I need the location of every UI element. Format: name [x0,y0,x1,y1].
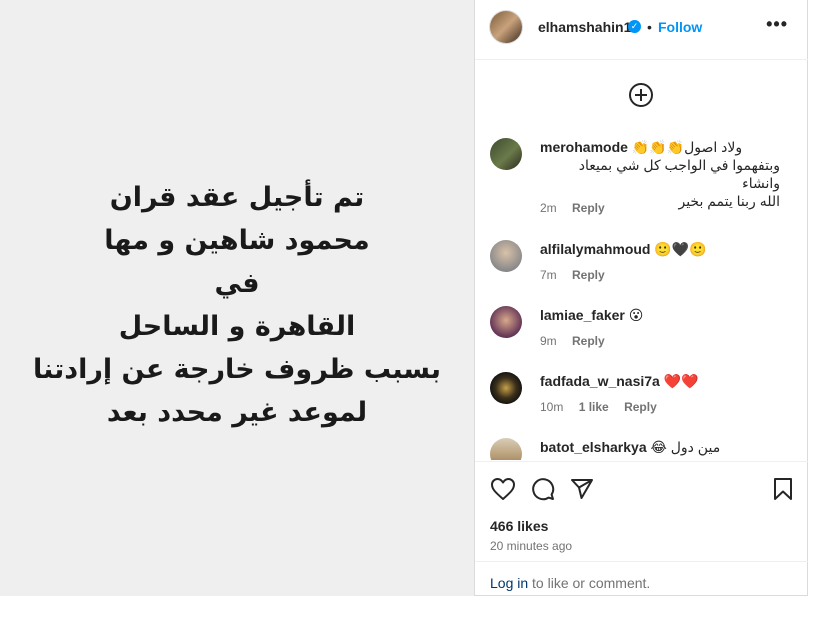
comment-username[interactable]: alfilalymahmoud [540,241,650,257]
commenter-avatar[interactable] [490,372,522,404]
comment-likes[interactable]: 1 like [579,400,609,414]
comment-text: 👏👏👏ولاد اصول [631,139,743,155]
comment-time[interactable]: 9m [540,334,557,348]
comment-text: 😮 [628,307,644,323]
comment-time[interactable]: 7m [540,268,557,282]
heart-icon[interactable] [490,477,516,506]
separator-dot: • [647,19,652,35]
more-options-icon[interactable]: ••• [766,14,788,35]
post-header: elhamshahin1 ✓ • Follow ••• [475,0,808,60]
verified-badge-icon: ✓ [628,20,641,33]
reply-button[interactable]: Reply [572,268,605,282]
post-side-panel: elhamshahin1 ✓ • Follow ••• merohamode 👏… [474,0,808,596]
instagram-post: تم تأجيل عقد قران محمود شاهين و مها في ا… [0,0,808,596]
comment-username[interactable]: lamiae_faker [540,307,625,323]
login-prompt-text: to like or comment. [528,575,651,591]
follow-button[interactable]: Follow [658,19,702,35]
comment-text: 🙂🖤🙂 [654,241,707,257]
comments-list[interactable]: merohamode 👏👏👏ولاد اصول وبتفهموا في الوا… [475,60,808,460]
comment-text: ❤️❤️ [663,373,699,389]
comment-icon[interactable] [531,477,555,506]
load-more-comments-icon[interactable] [629,83,653,107]
commenter-avatar[interactable] [490,138,522,170]
comment-meta: 2m Reply [540,201,617,215]
comment-username[interactable]: batot_elsharkya [540,439,647,455]
comment-username[interactable]: fadfada_w_nasi7a [540,373,660,389]
author-username[interactable]: elhamshahin1 [538,19,631,35]
likes-count[interactable]: 466 likes [490,518,548,534]
login-link[interactable]: Log in [490,575,528,591]
comment-text: 😂 مين دول [650,439,721,455]
login-prompt: Log in to like or comment. [475,561,808,598]
comment-username[interactable]: merohamode [540,139,628,155]
author-avatar[interactable] [490,11,522,43]
comment-time[interactable]: 2m [540,201,557,215]
post-timestamp[interactable]: 20 minutes ago [490,539,572,553]
post-image[interactable]: تم تأجيل عقد قران محمود شاهين و مها في ا… [0,0,474,596]
reply-button[interactable]: Reply [572,201,605,215]
comment-meta: 10m 1 like Reply [540,400,669,414]
post-actions: 466 likes 20 minutes ago Log in to like … [475,461,808,597]
comment-meta: 9m Reply [540,334,617,348]
share-icon[interactable] [570,477,594,506]
reply-button[interactable]: Reply [572,334,605,348]
reply-button[interactable]: Reply [624,400,657,414]
comment-meta: 7m Reply [540,268,617,282]
commenter-avatar[interactable] [490,240,522,272]
commenter-avatar[interactable] [490,306,522,338]
comment-time[interactable]: 10m [540,400,563,414]
bookmark-icon[interactable] [772,477,794,506]
post-image-text: تم تأجيل عقد قران محمود شاهين و مها في ا… [32,182,442,428]
commenter-avatar[interactable] [490,438,522,460]
